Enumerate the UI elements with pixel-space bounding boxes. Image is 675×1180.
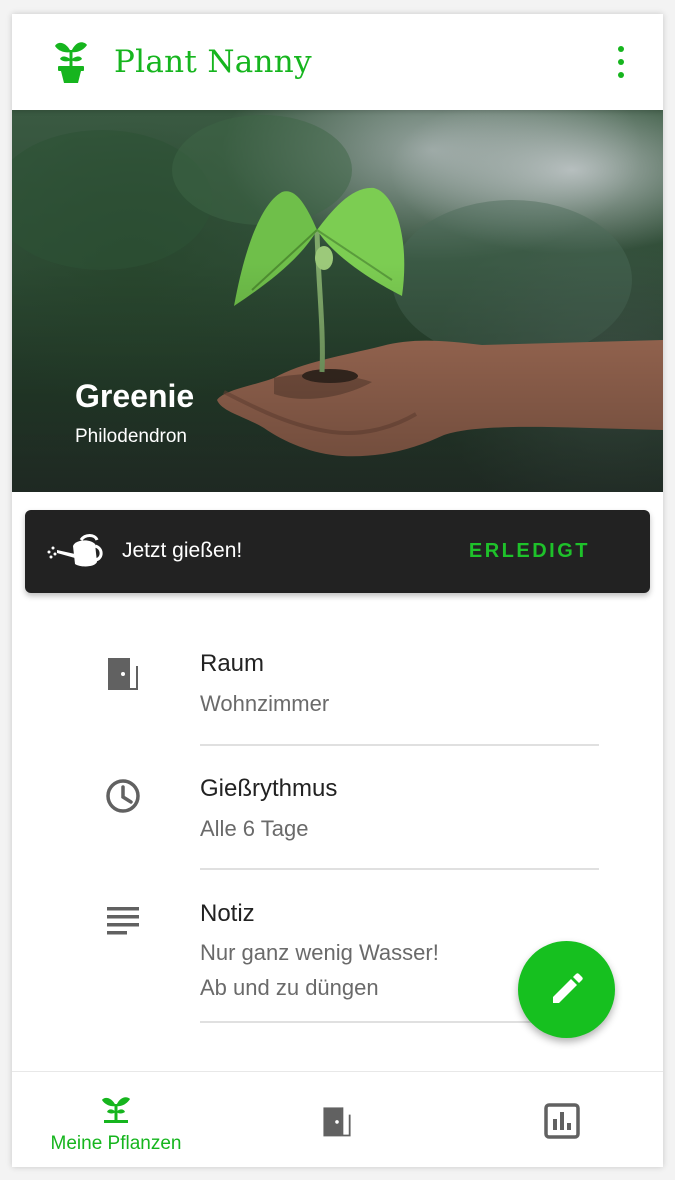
nav-rooms[interactable] [292,1072,382,1167]
watering-can-icon [47,534,103,567]
bottom-navigation: Meine Pflanzen [12,1071,663,1167]
detail-label: Gießrythmus [200,775,338,802]
app-title: Plant Nanny [114,44,312,80]
detail-value: Nur ganz wenig Wasser! Ab und zu düngen [200,940,439,1000]
bar-chart-icon [544,1103,580,1139]
divider [200,744,599,746]
detail-label: Raum [200,650,265,677]
door-icon [323,1107,351,1137]
plant-photo: Greenie Philodendron [12,110,663,492]
notes-icon [107,907,139,935]
app-screen: Plant Nanny Greenie Philodendron Jetzt g… [12,14,663,1167]
watering-reminder: Jetzt gießen! ERLEDIGT [25,510,650,593]
nav-my-plants[interactable]: Meine Pflanzen [27,1072,205,1167]
edit-button[interactable] [518,941,615,1038]
clock-icon [106,779,140,813]
pencil-icon [553,973,583,1003]
plant-pot-icon [55,42,87,83]
detail-value: Wohnzimmer [200,691,330,716]
nav-label: Meine Pflanzen [50,1133,182,1154]
more-vert-icon[interactable] [615,46,627,78]
divider [200,868,599,870]
sprout-icon [102,1097,130,1123]
detail-value: Alle 6 Tage [200,816,309,841]
reminder-text: Jetzt gießen! [122,539,243,562]
detail-label: Notiz [200,900,255,927]
nav-statistics[interactable] [517,1072,607,1167]
done-button[interactable]: ERLEDIGT [469,540,590,563]
door-icon [108,658,138,690]
plant-name: Greenie [75,378,195,414]
plant-species: Philodendron [75,426,187,447]
app-bar: Plant Nanny [12,14,663,110]
